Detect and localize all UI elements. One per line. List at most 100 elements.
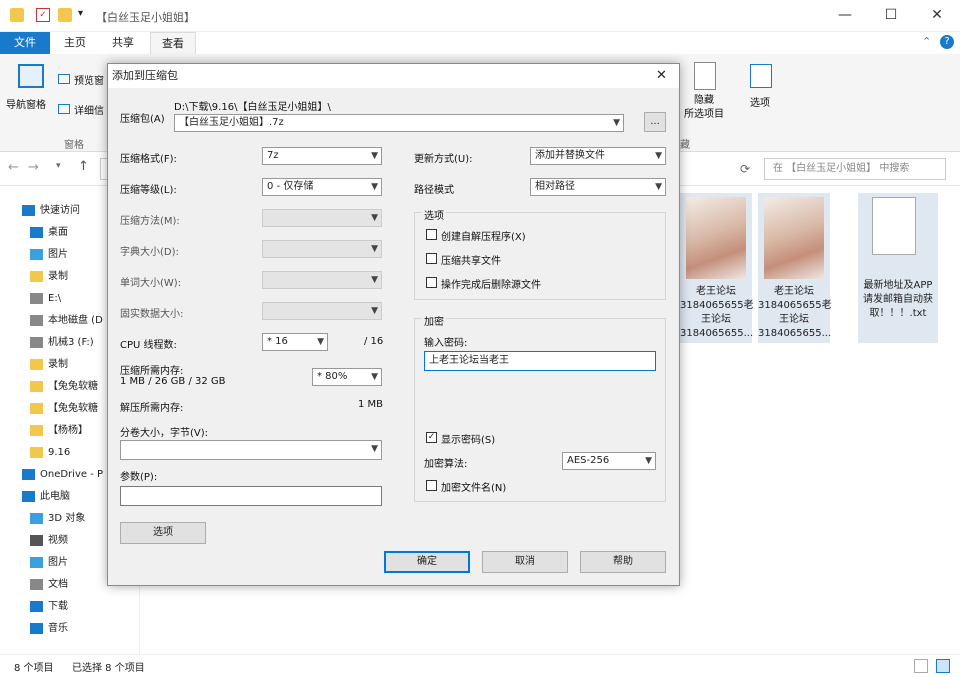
video-icon [30,535,43,546]
sfx-checkbox[interactable] [426,229,437,240]
nav-item-label: 快速访问 [40,205,80,216]
decomp-value: 1 MB [358,399,384,410]
cube-icon [30,513,43,524]
file-name: 老王论坛 3184065655老 王论坛 3184065655... [758,286,832,339]
preview-pane-button[interactable]: 预览窗 [74,72,104,87]
help-icon[interactable]: ? [940,35,954,49]
quick-access-dropdown-icon[interactable]: ▾ [78,8,83,19]
back-icon[interactable]: ← [8,160,19,175]
search-input[interactable]: 在 【白丝玉足小姐姐】 中搜索 [764,158,946,180]
dialog-close-button[interactable]: ✕ [656,64,667,88]
explorer-title-bar: ✓ ▾ 【白丝玉足小姐姐】 — ☐ ✕ [0,0,960,32]
large-icons-view-icon[interactable] [936,659,950,673]
mem-pct-select[interactable]: * 80% ▼ [312,368,382,386]
split-select[interactable]: ▼ [120,440,382,460]
params-input[interactable] [120,486,382,506]
window-title: 【白丝玉足小姐姐】 [96,11,195,24]
archive-name-value: 【白丝玉足小姐姐】.7z [179,117,284,128]
format-select[interactable]: 7z ▼ [262,147,382,165]
refresh-icon[interactable]: ⟳ [740,162,750,176]
nav-item-label: 【杨杨】 [48,425,88,436]
method-select: ▼ [262,209,382,227]
nav-item-label: E:\ [48,293,62,304]
download-icon [30,601,43,612]
options-button[interactable]: 选项 [120,522,206,544]
chevron-down-icon: ▼ [371,151,378,161]
preview-pane-icon [58,74,70,84]
nav-pane-label[interactable]: 导航窗格 [6,96,46,111]
nav-item-label: 此电脑 [40,491,70,502]
chevron-down-icon: ▼ [371,213,378,223]
options-button[interactable]: 选项 [750,94,770,109]
tab-share[interactable]: 共享 [100,32,146,54]
pictures-icon [30,249,43,260]
browse-button[interactable]: ... [644,112,666,132]
new-folder-icon[interactable] [58,8,72,22]
close-window-button[interactable]: ✕ [914,0,960,32]
enc-method-value: AES-256 [567,455,610,466]
enc-method-select[interactable]: AES-256 ▼ [562,452,656,470]
add-to-archive-dialog: 添加到压缩包 ✕ 压缩包(A) D:\下载\9.16\【白丝玉足小姐姐】\ 【白… [107,63,680,586]
tab-home[interactable]: 主页 [52,32,98,54]
chevron-down-icon: ▼ [317,337,324,347]
folder-icon [30,271,43,282]
file-item[interactable]: 老王论坛 3184065655老 王论坛 3184065655... [758,193,832,343]
password-label: 输入密码: [424,338,468,349]
details-view-icon[interactable] [914,659,928,673]
file-item[interactable]: 老王论坛 3184065655老 王论坛 3184065655... [680,193,754,343]
details-pane-button[interactable]: 详细信 [74,102,104,117]
cancel-button[interactable]: 取消 [482,551,568,573]
help-button[interactable]: 帮助 [580,551,666,573]
nav-item[interactable]: 音乐 [0,618,140,640]
level-select[interactable]: 0 - 仅存储 ▼ [262,178,382,196]
minimize-button[interactable]: — [822,0,868,32]
dialog-title: 添加到压缩包 [112,69,178,82]
chevron-down-icon: ▼ [371,182,378,192]
up-icon[interactable]: ↑ [78,159,89,174]
dialog-title-bar: 添加到压缩包 ✕ [108,64,679,88]
status-bar: 8 个项目 已选择 8 个项目 [0,654,960,677]
collapse-ribbon-icon[interactable]: ⌃ [922,35,931,48]
nav-item-label: 文档 [48,579,68,590]
archive-name-combo[interactable]: 【白丝玉足小姐姐】.7z ▼ [174,114,624,132]
maximize-button[interactable]: ☐ [868,0,914,32]
nav-item-label: 机械3 (F:) [48,337,94,348]
mem-label: 压缩所需内存: [120,366,184,377]
word-select: ▼ [262,271,382,289]
file-item[interactable]: 最新地址及APP 请发邮箱自动获 取！！！.txt [858,193,938,343]
hide-selected-icon [694,62,716,90]
nav-item-label: 录制 [48,271,68,282]
format-label: 压缩格式(F): [120,154,177,165]
folder-icon [30,403,43,414]
cpu-select[interactable]: * 16 ▼ [262,333,328,351]
path-mode-value: 相对路径 [535,181,575,192]
shared-checkbox[interactable] [426,253,437,264]
nav-item-label: 【兔兔软糖 [48,381,98,392]
nav-pane-icon[interactable] [18,64,44,88]
delete-checkbox[interactable] [426,277,437,288]
item-count: 8 个项目 [14,663,54,674]
options-group-label: 选项 [422,207,446,222]
path-mode-select[interactable]: 相对路径 ▼ [530,178,666,196]
update-select[interactable]: 添加并替换文件 ▼ [530,147,666,165]
nav-item-label: 3D 对象 [48,513,86,524]
ok-button[interactable]: 确定 [384,551,470,573]
chevron-down-icon: ▼ [371,275,378,285]
forward-icon[interactable]: → [28,160,39,175]
hide-selected-button[interactable]: 隐藏 所选项目 [684,94,724,122]
group-show-label: 藏 [680,140,690,151]
tab-view[interactable]: 查看 [150,32,196,54]
word-label: 单词大小(W): [120,278,182,289]
properties-icon[interactable]: ✓ [36,8,50,22]
tab-file[interactable]: 文件 [0,32,50,54]
file-name: 老王论坛 3184065655老 王论坛 3184065655... [680,286,754,339]
nav-item-label: 9.16 [48,447,71,458]
nav-item-label: 视频 [48,535,68,546]
show-password-checkbox[interactable]: ✓ [426,432,437,443]
password-input[interactable]: 上老王论坛当老王 [424,351,656,371]
drive-icon [30,315,43,326]
recent-dropdown-icon[interactable]: ▾ [56,161,61,171]
nav-item[interactable]: 下载 [0,596,140,618]
nav-item-label: 下载 [48,601,68,612]
encrypt-names-checkbox[interactable] [426,480,437,491]
